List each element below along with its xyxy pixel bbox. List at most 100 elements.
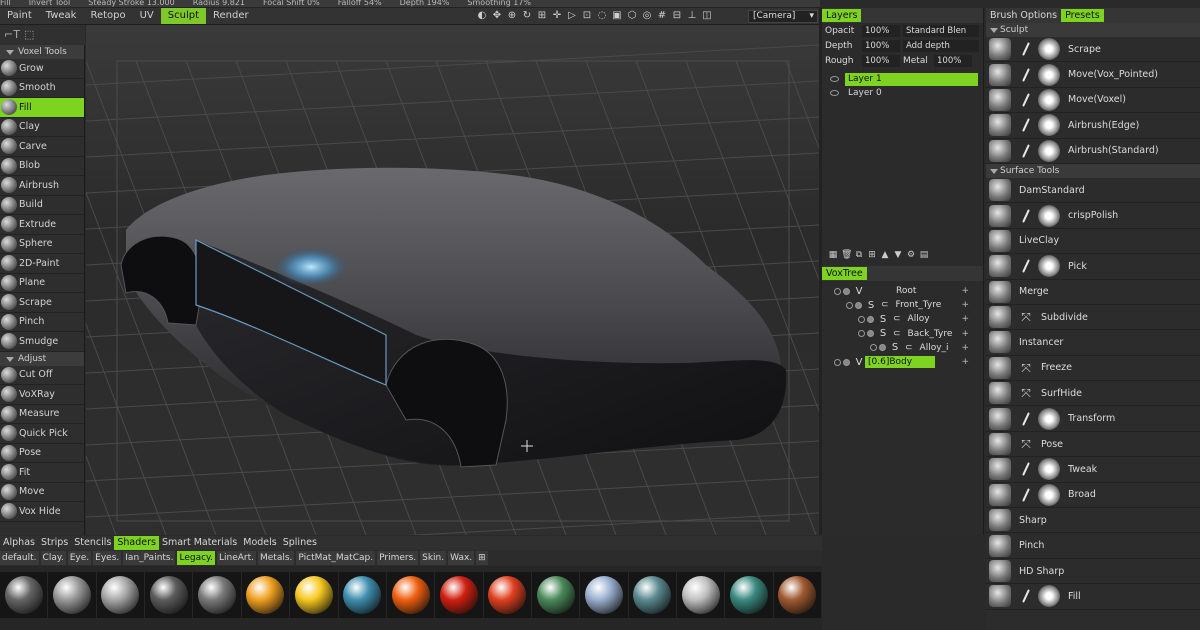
visibility-icons[interactable] [846, 301, 862, 309]
pan-icon[interactable]: ✥ [491, 10, 503, 22]
brush-move-vox-pointed[interactable]: Move(Vox_Pointed) [986, 62, 1200, 88]
top-option-radius-9-821[interactable]: Radius 9.821 [193, 0, 245, 7]
shader-swatch[interactable] [386, 572, 435, 618]
visibility-icons[interactable] [834, 358, 850, 366]
tool-scrape[interactable]: Scrape [0, 293, 84, 313]
brush-hd-sharp[interactable]: HD Sharp [986, 559, 1200, 585]
tab-stencils[interactable]: Stencils [71, 536, 114, 550]
shader-swatch[interactable] [435, 572, 483, 618]
tool-fill[interactable]: Fill [0, 98, 84, 118]
top-option-falloff-54[interactable]: Falloff 54% [338, 0, 382, 7]
top-option-fill[interactable]: Fill [0, 0, 11, 7]
ghost-icon[interactable] [879, 344, 886, 352]
tool-extrude[interactable]: Extrude [0, 215, 84, 235]
eye-icon[interactable] [834, 287, 841, 295]
top-option-invert-tool[interactable]: Invert Tool [29, 0, 71, 7]
duplicate-icon[interactable]: ⧉ [854, 250, 864, 260]
voxtree-node-back-tyre[interactable]: S ⊂ Back_Tyre + [822, 327, 983, 341]
tool-pose[interactable]: Pose [0, 444, 84, 463]
wire-icon[interactable]: ⊡ [581, 10, 593, 22]
eye-icon[interactable] [846, 301, 853, 309]
move-icon[interactable]: ✛ [551, 10, 563, 22]
viewport-3d[interactable] [86, 25, 819, 535]
brush-pose[interactable]: ⤧ Pose [986, 432, 1200, 458]
category-eyes[interactable]: Eyes. [93, 551, 122, 565]
shading-icon[interactable]: ◐ [476, 10, 488, 22]
text-icon[interactable]: ⌐T [4, 28, 20, 41]
add-icon[interactable]: + [961, 300, 969, 310]
tool-plane[interactable]: Plane [0, 274, 84, 293]
grid-icon[interactable]: # [656, 10, 668, 22]
tool-cut-off[interactable]: Cut Off [0, 366, 84, 385]
top-option-smoothing-17[interactable]: Smoothing 17% [467, 0, 531, 7]
ghost-icon[interactable] [855, 301, 862, 309]
layer-new-icon[interactable]: ▦ [828, 250, 838, 260]
tool-fit[interactable]: Fit [0, 463, 84, 483]
opacity-field[interactable]: 100% [862, 24, 900, 37]
shader-swatch[interactable] [290, 572, 338, 618]
trash-icon[interactable]: 🗑 [841, 250, 852, 260]
screenshot-icon[interactable]: ◫ [701, 10, 713, 22]
tool-smooth[interactable]: Smooth [0, 79, 84, 98]
room-tab-sculpt[interactable]: Sculpt [160, 8, 207, 24]
category-clay[interactable]: Clay. [40, 551, 66, 565]
tool-airbrush[interactable]: Airbrush [0, 176, 84, 196]
image-icon[interactable]: ▣ [611, 10, 623, 22]
brush-liveclay[interactable]: LiveClay [986, 229, 1200, 255]
tab-alphas[interactable]: Alphas [0, 536, 38, 550]
brush-freeze[interactable]: ⤧ Freeze [986, 356, 1200, 382]
camera-icon[interactable]: ▤ [919, 250, 929, 260]
shader-swatch[interactable] [677, 572, 725, 618]
sculpt-section-header[interactable]: Sculpt [986, 23, 1200, 37]
brush-scrape[interactable]: Scrape [986, 37, 1200, 63]
tools-section-header[interactable]: Adjust [0, 351, 84, 366]
room-tab-retopo[interactable]: Retopo [83, 8, 132, 24]
tool-2d-paint[interactable]: 2D-Paint [0, 254, 84, 274]
add-icon[interactable]: + [961, 314, 969, 324]
lasso-icon[interactable]: ◌ [596, 10, 608, 22]
category-pictmat-matcap[interactable]: PictMat_MatCap. [296, 551, 376, 565]
tab-layers[interactable]: Layers [822, 9, 862, 22]
add-icon[interactable]: + [961, 286, 969, 296]
camera-dropdown[interactable]: [Camera] ▾ [748, 10, 818, 23]
tab-strips[interactable]: Strips [38, 536, 71, 550]
blend-mode-dropdown[interactable]: Standard Blen [903, 24, 979, 37]
layer-row[interactable]: Layer 0 [822, 86, 983, 100]
down-arrow-icon[interactable]: ▼ [893, 250, 903, 260]
visibility-icons[interactable] [870, 344, 886, 352]
visibility-icons[interactable] [858, 315, 874, 323]
brush-surfhide[interactable]: ⤧ SurfHide [986, 381, 1200, 407]
category-legacy[interactable]: Legacy. [177, 551, 215, 565]
settings-icon[interactable]: ⚙ [906, 250, 916, 260]
shader-swatch[interactable] [193, 572, 241, 618]
metal-field[interactable]: 100% [934, 54, 972, 67]
eye-icon[interactable] [858, 315, 865, 323]
tool-smudge[interactable]: Smudge [0, 332, 84, 352]
symmetry-icon[interactable]: ⊟ [671, 10, 683, 22]
eye-icon[interactable] [870, 344, 877, 352]
category-wax[interactable]: Wax. [448, 551, 475, 565]
zoom-icon[interactable]: ⊕ [506, 10, 518, 22]
tab-voxtree[interactable]: VoxTree [822, 267, 867, 280]
top-option-steady-stroke-13-000[interactable]: Steady Stroke 13.000 [88, 0, 174, 7]
tab-presets[interactable]: Presets [1061, 9, 1104, 22]
brush-move-voxel[interactable]: Move(Voxel) [986, 88, 1200, 114]
add-icon[interactable]: + [961, 329, 969, 339]
category-ian-paints[interactable]: Ian_Paints. [123, 551, 176, 565]
brush-transform[interactable]: Transform [986, 406, 1200, 432]
brush-fill[interactable]: Fill [986, 584, 1200, 610]
shader-swatch[interactable] [580, 572, 628, 618]
tool-carve[interactable]: Carve [0, 137, 84, 157]
eye-icon[interactable] [830, 76, 839, 82]
top-option-focal-shift-0[interactable]: Focal Shift 0% [263, 0, 320, 7]
roughness-field[interactable]: 100% [862, 54, 900, 67]
brush-merge[interactable]: Merge [986, 280, 1200, 305]
depth-field[interactable]: 100% [862, 39, 900, 52]
shader-swatch[interactable] [483, 572, 531, 618]
room-tab-render[interactable]: Render [206, 8, 256, 24]
ghost-icon[interactable] [843, 358, 850, 366]
brush-crisppolish[interactable]: crispPolish [986, 203, 1200, 229]
visibility-icons[interactable] [858, 330, 874, 338]
shader-swatch[interactable] [0, 572, 48, 618]
brush-airbrush-edge[interactable]: Airbrush(Edge) [986, 113, 1200, 139]
